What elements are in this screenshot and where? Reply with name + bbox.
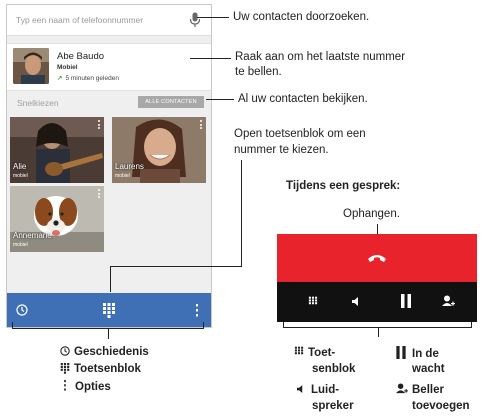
callout-line: [190, 58, 231, 59]
callout-line: [110, 266, 111, 292]
callout-dialpad-2: nummer te kiezen.: [234, 144, 329, 156]
all-contacts-button[interactable]: ALLE CONTACTEN: [138, 96, 204, 108]
callout-dialpad-1: Open toetsenblok om een: [234, 128, 366, 140]
callout-bracket: [378, 327, 379, 337]
hangup-icon[interactable]: [367, 253, 387, 263]
hangup-label: Ophangen.: [343, 208, 400, 220]
favorite-name: Annemarie: [13, 231, 52, 240]
legend-hold-2: wacht: [412, 363, 445, 375]
legend-call-dialpad: Toet-: [294, 346, 335, 360]
search-input[interactable]: Typ een naam of telefoonnummer: [16, 15, 143, 25]
hold-icon: [396, 346, 406, 359]
callout-redial-2: te bellen.: [235, 66, 282, 78]
tile-menu-icon[interactable]: [98, 189, 101, 199]
tile-menu-icon[interactable]: [200, 120, 203, 130]
dialpad-icon[interactable]: [102, 302, 116, 318]
search-bar[interactable]: Typ een naam of telefoonnummer: [7, 5, 211, 36]
legend-speaker-2: spreker: [312, 400, 354, 412]
dialpad-icon: [60, 363, 70, 374]
recent-contact-name: Abe Baudo: [57, 51, 105, 62]
microphone-icon[interactable]: [189, 12, 201, 28]
speaker-icon: [297, 385, 303, 393]
callout-bracket: [203, 322, 204, 329]
add-caller-icon: [396, 383, 408, 394]
phone-screen: Typ een naam of telefoonnummer Abe Baudo…: [6, 4, 212, 328]
add-caller-icon[interactable]: [442, 295, 455, 307]
hangup-area[interactable]: [277, 234, 477, 282]
legend-dialpad: Toetsenblok: [60, 362, 141, 376]
speed-dial-label: Snelkiezen: [17, 98, 59, 108]
history-icon[interactable]: [16, 304, 28, 316]
favorite-name: Laurens: [115, 162, 144, 171]
callout-bracket: [12, 322, 13, 329]
dialpad-icon[interactable]: [308, 296, 318, 307]
callout-line: [197, 17, 229, 18]
recent-call-row[interactable]: Abe Baudo Mobiel ↗ 5 minuten geleden: [7, 43, 211, 91]
hold-icon[interactable]: [401, 294, 411, 308]
options-icon[interactable]: [195, 304, 199, 317]
legend-hold: In de: [396, 346, 439, 361]
bottom-action-bar: [7, 293, 211, 327]
callout-bracket: [108, 329, 109, 339]
history-icon: [60, 346, 70, 356]
outgoing-call-icon: ↗: [57, 75, 63, 82]
legend-history: Geschiedenis: [60, 345, 149, 359]
options-icon: [64, 380, 66, 391]
callout-line: [241, 160, 242, 267]
legend-add-caller: Beller: [396, 383, 444, 397]
recent-contact-type: Mobiel: [57, 64, 78, 71]
legend-speaker: Luid-: [297, 383, 339, 397]
speaker-icon[interactable]: [352, 296, 360, 307]
favorite-type: mobiel: [115, 173, 130, 179]
callout-all-contacts: Al uw contacten bekijken.: [238, 93, 368, 105]
callout-redial-1: Raak aan om het laatste nummer: [235, 51, 406, 63]
favorite-type: mobiel: [13, 173, 28, 179]
dialpad-icon: [294, 346, 304, 355]
callout-line: [110, 266, 242, 267]
favorite-tile-laurens[interactable]: Laurens mobiel: [112, 117, 206, 183]
favorite-type: mobiel: [13, 242, 28, 248]
legend-call-dialpad-2: senblok: [312, 363, 356, 375]
callout-search: Uw contacten doorzoeken.: [233, 11, 370, 23]
favorite-name: Alie: [13, 162, 27, 171]
legend-options: Opties: [60, 380, 111, 394]
recent-contact-avatar: [13, 48, 49, 84]
favorite-tile-alie[interactable]: Alie mobiel: [10, 117, 104, 183]
tile-menu-icon[interactable]: [98, 120, 101, 130]
callout-line: [206, 99, 234, 100]
favorite-tile-annemarie[interactable]: Annemarie mobiel: [10, 186, 104, 252]
legend-add-caller-2: toevoegen: [412, 400, 470, 412]
recent-call-time: ↗ 5 minuten geleden: [57, 75, 119, 82]
call-panel-heading: Tijdens een gesprek:: [286, 180, 401, 192]
in-call-controls: [277, 282, 477, 322]
